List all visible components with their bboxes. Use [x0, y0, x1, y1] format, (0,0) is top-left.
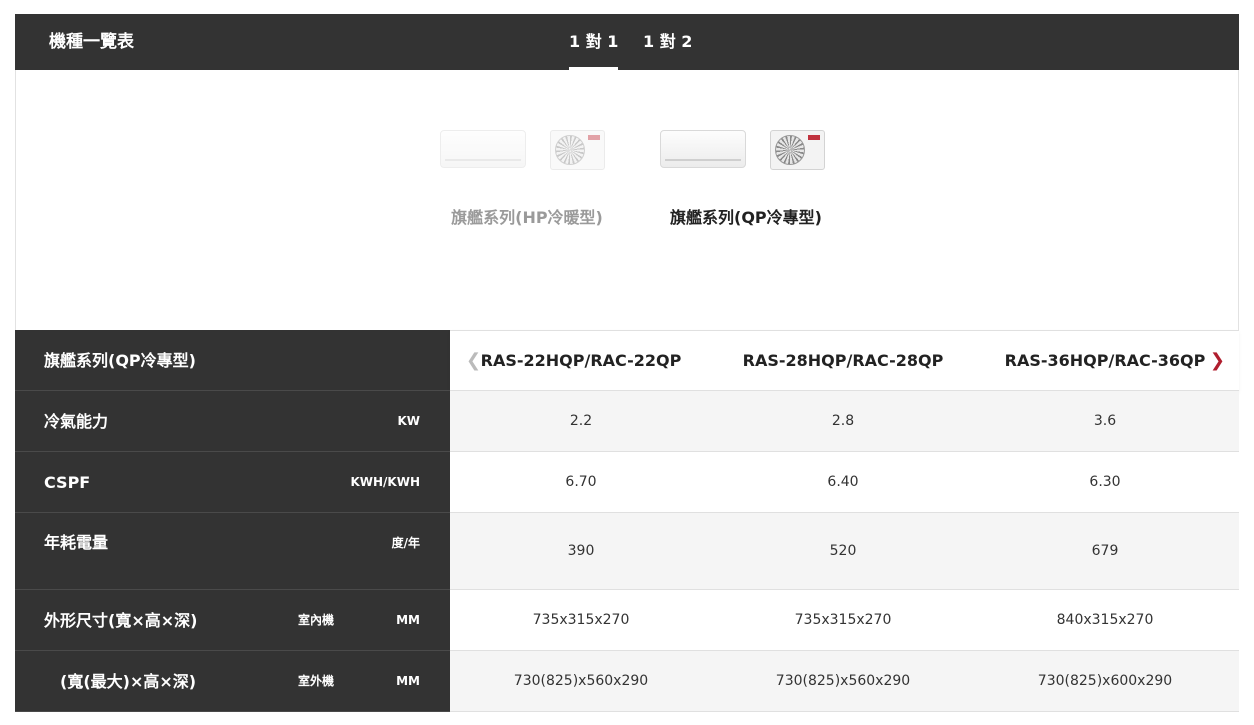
series-card-hp[interactable]: 旗艦系列(HP冷暖型): [432, 120, 622, 228]
table-row: CSPF KWH/KWH 6.70 6.40 6.30: [15, 452, 1239, 513]
table-cell: 2.2: [569, 413, 593, 429]
spec-table: 旗艦系列(QP冷專型) ❮ RAS-22HQP/RAC-22QP RAS-28H…: [15, 330, 1239, 712]
row-label: (寬(最大)×高×深): [60, 672, 197, 691]
row-label: 冷氣能力: [44, 412, 109, 431]
tab-1-to-2[interactable]: 1 對 2: [643, 14, 692, 70]
series-title: 旗艦系列(QP冷專型): [44, 351, 196, 370]
product-image: [651, 120, 841, 180]
series-card-qp[interactable]: 旗艦系列(QP冷專型): [651, 120, 841, 228]
row-label: 外形尺寸(寬×高×深): [44, 611, 198, 630]
model-header: ❮ RAS-22HQP/RAC-22QP RAS-28HQP/RAC-28QP …: [450, 330, 1239, 391]
table-row: 外形尺寸(寬×高×深) 室內機 MM 735x315x270 735x315x2…: [15, 590, 1239, 651]
model-name: RAS-28HQP/RAC-28QP: [742, 351, 944, 370]
table-cell: 6.30: [1089, 474, 1121, 490]
table-cell: 390: [567, 543, 595, 559]
row-unit: 度/年: [391, 536, 420, 550]
table-cell: 735x315x270: [794, 612, 892, 628]
outdoor-unit-image: [770, 130, 825, 170]
table-row: 年耗電量 度/年 390 520 679: [15, 513, 1239, 590]
row-sub-label: 室外機: [298, 674, 335, 688]
table-cell: 730(825)x560x290: [513, 673, 649, 689]
table-row: 冷氣能力 KW 2.2 2.8 3.6: [15, 391, 1239, 452]
table-cell: 730(825)x600x290: [1037, 673, 1173, 689]
spec-header-row: 旗艦系列(QP冷專型) ❮ RAS-22HQP/RAC-22QP RAS-28H…: [15, 330, 1239, 391]
product-image: [432, 120, 622, 180]
indoor-unit-image: [440, 130, 526, 168]
table-cell: 3.6: [1093, 413, 1117, 429]
tab-1-to-1[interactable]: 1 對 1: [569, 14, 619, 70]
outdoor-unit-image: [550, 130, 605, 170]
table-cell: 6.70: [565, 474, 597, 490]
row-unit: KW: [397, 414, 420, 428]
row-label: 年耗電量: [44, 533, 109, 552]
model-name: RAS-36HQP/RAC-36QP: [1004, 351, 1206, 370]
row-sub-label: 室內機: [298, 613, 335, 627]
table-cell: 2.8: [831, 413, 855, 429]
table-cell: 730(825)x560x290: [775, 673, 911, 689]
row-label: CSPF: [44, 473, 91, 492]
page-title: 機種一覽表: [49, 32, 134, 52]
series-name: 旗艦系列(QP冷專型): [670, 208, 822, 227]
table-cell: 840x315x270: [1056, 612, 1154, 628]
table-cell: 6.40: [827, 474, 859, 490]
top-bar: 機種一覽表 1 對 1 1 對 2: [15, 14, 1239, 70]
indoor-unit-image: [660, 130, 746, 168]
row-unit: MM: [396, 674, 420, 688]
table-cell: 735x315x270: [532, 612, 630, 628]
series-name: 旗艦系列(HP冷暖型): [451, 208, 603, 227]
spec-series-label: 旗艦系列(QP冷專型): [15, 330, 450, 391]
row-unit: KWH/KWH: [350, 475, 420, 489]
model-name: RAS-22HQP/RAC-22QP: [480, 351, 682, 370]
table-cell: 679: [1091, 543, 1119, 559]
table-cell: 520: [829, 543, 857, 559]
chevron-right-icon[interactable]: ❯: [1210, 331, 1225, 391]
table-row: (寬(最大)×高×深) 室外機 MM 730(825)x560x290 730(…: [15, 651, 1239, 712]
chevron-left-icon[interactable]: ❮: [466, 331, 481, 391]
row-unit: MM: [396, 613, 420, 627]
